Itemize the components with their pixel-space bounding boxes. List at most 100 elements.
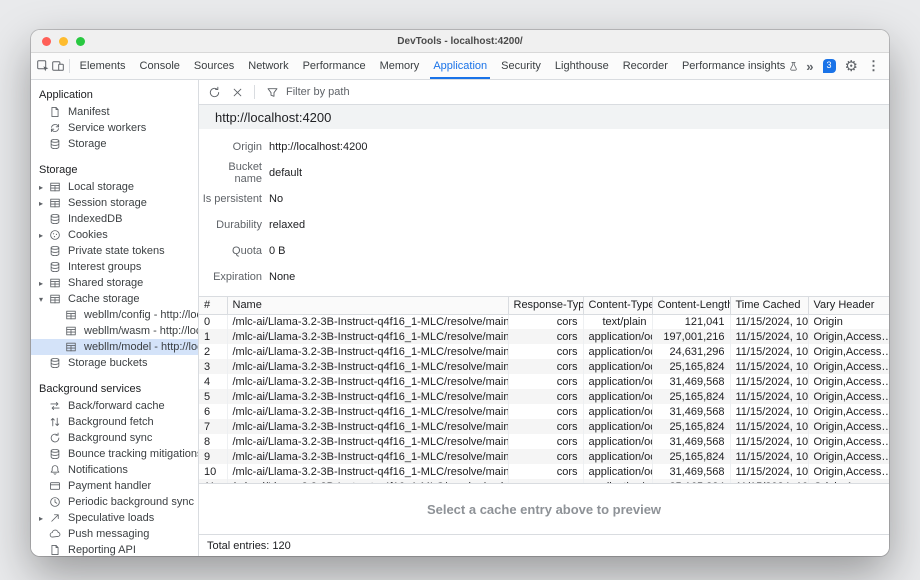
cache-entry-row[interactable]: 2/mlc-ai/Llama-3.2-3B-Instruct-q4f16_1-M… [199,344,889,359]
tabbar-divider [69,59,70,73]
sync-arrows-icon [49,432,64,445]
sidebar-item-shared-storage[interactable]: ▸Shared storage [31,275,198,291]
cache-entry-row[interactable]: 7/mlc-ai/Llama-3.2-3B-Instruct-q4f16_1-M… [199,419,889,434]
tab-console[interactable]: Console [133,53,187,79]
chevron-right-icon[interactable]: ▸ [39,199,49,208]
column-header-vary-header[interactable]: Vary Header [808,297,889,314]
cache-entry-row[interactable]: 0/mlc-ai/Llama-3.2-3B-Instruct-q4f16_1-M… [199,314,889,329]
console-messages-badge[interactable]: 3 [823,59,836,73]
chevron-right-icon[interactable]: ▸ [39,279,49,288]
more-tabs-icon[interactable]: » [806,59,813,74]
chevron-right-icon[interactable]: ▸ [39,231,49,240]
cache-entry-row[interactable]: 4/mlc-ai/Llama-3.2-3B-Instruct-q4f16_1-M… [199,374,889,389]
sidebar-item-private-state-tokens[interactable]: Private state tokens [31,243,198,259]
cache-entry-row[interactable]: 5/mlc-ai/Llama-3.2-3B-Instruct-q4f16_1-M… [199,389,889,404]
section-title-background-services: Background services [31,379,198,398]
flask-icon [788,61,799,72]
filter-by-path-input[interactable] [286,86,516,98]
sidebar-item-speculative-loads[interactable]: ▸Speculative loads [31,510,198,526]
sidebar-item-label: Payment handler [68,480,151,492]
sidebar-item-service-workers[interactable]: Service workers [31,120,198,136]
column-header-content-type[interactable]: Content-Type [583,297,652,314]
sidebar-item-webllm-wasm-http-loca[interactable]: webllm/wasm - http://loca… [31,323,198,339]
cache-entry-row[interactable]: 1/mlc-ai/Llama-3.2-3B-Instruct-q4f16_1-M… [199,329,889,344]
sidebar-item-cookies[interactable]: ▸Cookies [31,227,198,243]
sidebar-item-background-sync[interactable]: Background sync [31,430,198,446]
cell-content-type: application/oc… [583,404,652,419]
minimize-window-button[interactable] [59,37,68,46]
sidebar-item-local-storage[interactable]: ▸Local storage [31,179,198,195]
sidebar-item-indexeddb[interactable]: IndexedDB [31,211,198,227]
sidebar-item-background-fetch[interactable]: Background fetch [31,414,198,430]
database-icon [49,448,64,461]
sidebar-item-cache-storage[interactable]: ▾ Cache storage [31,291,198,307]
cache-entry-row[interactable]: 9/mlc-ai/Llama-3.2-3B-Instruct-q4f16_1-M… [199,449,889,464]
cell-num: 10 [199,464,227,479]
chevron-right-icon[interactable]: ▸ [39,183,49,192]
kebab-menu-icon[interactable]: ⋮ [867,58,880,74]
column-header-num[interactable]: # [199,297,227,314]
inspect-icon[interactable] [35,53,51,79]
sidebar-item-notifications[interactable]: Notifications [31,462,198,478]
tab-security[interactable]: Security [494,53,548,79]
sidebar-item-label: Push messaging [68,528,149,540]
column-header-response-type[interactable]: Response-Type [508,297,583,314]
column-header-time-cached[interactable]: Time Cached [730,297,808,314]
tab-label: Console [140,60,180,72]
column-header-name[interactable]: Name [227,297,508,314]
cache-entry-row[interactable]: 6/mlc-ai/Llama-3.2-3B-Instruct-q4f16_1-M… [199,404,889,419]
cell-num: 5 [199,389,227,404]
cell-response-type: cors [508,329,583,344]
sidebar-item-interest-groups[interactable]: Interest groups [31,259,198,275]
cache-entry-row[interactable]: 8/mlc-ai/Llama-3.2-3B-Instruct-q4f16_1-M… [199,434,889,449]
sidebar-item-storage[interactable]: Storage [31,136,198,152]
column-header-content-length[interactable]: Content-Length [652,297,730,314]
meta-label: Bucket name [199,161,262,185]
cell-num: 8 [199,434,227,449]
tab-label: Performance insights [682,60,785,72]
meta-row-bucket-name: Bucket namedefault [199,160,889,186]
cell-content-type: application/oc… [583,449,652,464]
sidebar-item-payment-handler[interactable]: Payment handler [31,478,198,494]
sidebar-item-storage-buckets[interactable]: Storage buckets [31,355,198,371]
sidebar-item-manifest[interactable]: Manifest [31,104,198,120]
service-worker-icon [49,122,64,135]
sidebar-item-reporting-api[interactable]: Reporting API [31,542,198,556]
tab-lighthouse[interactable]: Lighthouse [548,53,616,79]
cache-storage-panel: http://localhost:4200 Originhttp://local… [199,80,889,556]
sidebar-item-webllm-model-http-loc[interactable]: webllm/model - http://loc… [31,339,198,355]
tab-memory[interactable]: Memory [373,53,427,79]
cell-content-length: 31,469,568 [652,374,730,389]
sidebar-item-periodic-background-sync[interactable]: Periodic background sync [31,494,198,510]
preview-placeholder: Select a cache entry above to preview [427,502,661,517]
tab-elements[interactable]: Elements [73,53,133,79]
tab-performance-insights[interactable]: Performance insights [675,53,806,79]
sidebar-item-label: Cache storage [68,293,140,305]
sidebar-item-push-messaging[interactable]: Push messaging [31,526,198,542]
cache-entry-row[interactable]: 3/mlc-ai/Llama-3.2-3B-Instruct-q4f16_1-M… [199,359,889,374]
chevron-down-icon[interactable]: ▾ [39,295,49,304]
delete-icon[interactable] [228,83,246,101]
sidebar-item-session-storage[interactable]: ▸Session storage [31,195,198,211]
zoom-window-button[interactable] [76,37,85,46]
sidebar-item-bounce-tracking-mitigations[interactable]: Bounce tracking mitigations [31,446,198,462]
sidebar-item-back-forward-cache[interactable]: Back/forward cache [31,398,198,414]
swap-arrows-icon [49,400,64,413]
tab-performance[interactable]: Performance [296,53,373,79]
device-toolbar-icon[interactable] [51,53,67,79]
tab-recorder[interactable]: Recorder [616,53,675,79]
refresh-icon[interactable] [205,83,223,101]
tab-application[interactable]: Application [426,53,494,79]
cell-time-cached: 11/15/2024, 10… [730,449,808,464]
chevron-right-icon[interactable]: ▸ [39,514,49,523]
sidebar-item-webllm-config-http-loc[interactable]: webllm/config - http://loc… [31,307,198,323]
tab-label: Performance [303,60,366,72]
close-window-button[interactable] [42,37,51,46]
cache-entry-row[interactable]: 10/mlc-ai/Llama-3.2-3B-Instruct-q4f16_1-… [199,464,889,479]
cell-name: /mlc-ai/Llama-3.2-3B-Instruct-q4f16_1-ML… [227,314,508,329]
sidebar-item-label: webllm/model - http://loc… [84,341,198,353]
tab-sources[interactable]: Sources [187,53,241,79]
tab-network[interactable]: Network [241,53,295,79]
cell-time-cached: 11/15/2024, 10… [730,374,808,389]
settings-gear-icon[interactable]: ⚙ [845,57,858,75]
